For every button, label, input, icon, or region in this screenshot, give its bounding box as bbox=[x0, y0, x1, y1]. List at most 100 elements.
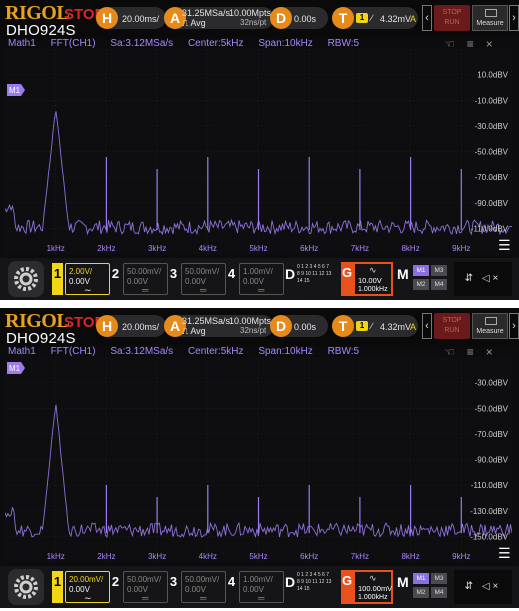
math-m3-button[interactable]: M3 bbox=[431, 265, 447, 276]
digital-label[interactable]: D bbox=[285, 266, 295, 282]
channel-3-block[interactable]: 3 50.00mV/0.00V ═ bbox=[168, 571, 226, 603]
nav-left-icon[interactable]: ‹ bbox=[422, 313, 432, 339]
channel-1-block[interactable]: 1 20.00mV/0.00V ∼ bbox=[52, 571, 110, 603]
y-axis-label: -30.0dBV bbox=[475, 122, 509, 131]
math-m4-button[interactable]: M4 bbox=[431, 279, 447, 290]
corner-menu-icon[interactable]: ☰ bbox=[498, 546, 511, 562]
y-axis-label: -30.0dBV bbox=[475, 379, 509, 388]
run-label: RUN bbox=[444, 19, 460, 26]
channel-scale: 50.00mV/ bbox=[127, 575, 162, 584]
channel-4-block[interactable]: 4 1.00mV/0.00V ═ bbox=[226, 263, 284, 295]
math-m1-button[interactable]: M1 bbox=[413, 573, 429, 584]
delay-icon[interactable]: D bbox=[270, 315, 292, 337]
horizontal-icon[interactable]: H bbox=[96, 315, 118, 337]
ruler-icon bbox=[485, 9, 497, 17]
stop-run-button[interactable]: STOP RUN bbox=[434, 5, 470, 31]
fft-plot-area[interactable]: M1 -30.0dBV -50.0dBV -70.0dBV -90.0dBV -110.0… bbox=[5, 357, 512, 562]
channel-number: 4 bbox=[227, 574, 236, 589]
x-axis-label: 5kHz bbox=[249, 552, 267, 561]
math-m1-button[interactable]: M1 bbox=[413, 265, 429, 276]
fft-center: Center:5kHz bbox=[187, 38, 244, 49]
trigger-icon[interactable]: T bbox=[332, 7, 354, 29]
x-axis-label: 4kHz bbox=[199, 244, 217, 253]
x-axis-label: 3kHz bbox=[148, 244, 166, 253]
home-gear-icon[interactable] bbox=[8, 569, 44, 605]
digital-label[interactable]: D bbox=[285, 574, 295, 590]
sine-wave-icon: ∿ bbox=[369, 265, 377, 275]
y-axis-label: -110.0dBV bbox=[471, 481, 509, 490]
measure-button[interactable]: Measure bbox=[472, 313, 508, 339]
fft-spectrum-svg[interactable]: M1 -30.0dBV -50.0dBV -70.0dBV -90.0dBV -110.0… bbox=[5, 357, 512, 562]
math-m3-button[interactable]: M3 bbox=[431, 573, 447, 584]
channel-settings: 50.00mV/0.00V ═ bbox=[123, 263, 168, 295]
sample-rate: 31.25MSa/s bbox=[182, 316, 231, 326]
channel-2-block[interactable]: 2 50.00mV/0.00V ═ bbox=[110, 263, 168, 295]
delay-icon[interactable]: D bbox=[270, 7, 292, 29]
x-axis-label: 4kHz bbox=[199, 552, 217, 561]
model-name: DHO924S bbox=[6, 330, 76, 347]
math-m4-button[interactable]: M4 bbox=[431, 587, 447, 598]
top-status-bar: RIGOL STOP DHO924S H 20.00ms/ A 31.25MSa… bbox=[0, 0, 519, 39]
corner-menu-icon[interactable]: ☰ bbox=[498, 238, 511, 254]
trigger-mode: A bbox=[410, 322, 417, 332]
math-menu-label[interactable]: M bbox=[397, 266, 409, 282]
home-gear-icon[interactable] bbox=[8, 261, 44, 297]
scope-screen-bottom: RIGOL STOP DHO924S H 20.00ms/ A 31.25MSa… bbox=[0, 308, 519, 608]
y-axis-label: -70.0dBV bbox=[475, 430, 509, 439]
x-axis-label: 9kHz bbox=[452, 552, 470, 561]
fft-info-line[interactable]: Math1 FFT(CH1) Sa:3.12MSa/s Center:5kHz … bbox=[8, 346, 371, 357]
horizontal-icon[interactable]: H bbox=[96, 7, 118, 29]
coupling-icon: ═ bbox=[258, 593, 265, 603]
points-time: 32ns/pt bbox=[240, 326, 267, 335]
y-axis-label: -150.0dBV bbox=[470, 532, 508, 541]
digital-channel-grid[interactable]: 0 1 2 3 4 5 6 7 8 9 10 11 12 13 14 15 bbox=[297, 572, 333, 593]
coupling-icon: ∼ bbox=[84, 593, 92, 603]
generator-amplitude: 10.00V bbox=[358, 276, 382, 285]
fft-sample-rate: Sa:3.12MSa/s bbox=[110, 38, 174, 49]
y-axis-label: -110.0dBV bbox=[471, 224, 509, 233]
digital-channel-grid[interactable]: 0 1 2 3 4 5 6 7 8 9 10 11 12 13 14 15 bbox=[297, 264, 333, 285]
fft-plot-area[interactable]: M1 10.0dBV -10.0dBV -30.0dBV -50.0dBV -70.0dB… bbox=[5, 49, 512, 254]
channel-number: 3 bbox=[169, 266, 178, 281]
nav-left-icon[interactable]: ‹ bbox=[422, 5, 432, 31]
x-axis-label: 3kHz bbox=[148, 552, 166, 561]
acquire-mode-text: Avg bbox=[190, 326, 206, 336]
ruler-icon bbox=[485, 317, 497, 325]
channel-scale: 20.00mV/ bbox=[69, 575, 104, 584]
measure-button[interactable]: Measure bbox=[472, 5, 508, 31]
nav-right-icon[interactable]: › bbox=[509, 5, 519, 31]
channel-3-block[interactable]: 3 50.00mV/0.00V ═ bbox=[168, 263, 226, 295]
status-icons[interactable]: ⇵ ◁× bbox=[454, 570, 512, 604]
channel-4-block[interactable]: 4 1.00mV/0.00V ═ bbox=[226, 571, 284, 603]
channel-1-block[interactable]: 1 2.00V/0.00V ∼ bbox=[52, 263, 110, 295]
fft-info-line[interactable]: Math1 FFT(CH1) Sa:3.12MSa/s Center:5kHz … bbox=[8, 38, 371, 49]
marker-label: M1 bbox=[9, 86, 21, 95]
fft-source: FFT(CH1) bbox=[50, 346, 96, 357]
measure-label: Measure bbox=[476, 20, 504, 27]
acquire-mode: ⎍ Avg bbox=[182, 326, 206, 336]
generator-box: ∿ 100.00mV 1.000kHz bbox=[353, 570, 393, 604]
nav-right-icon[interactable]: › bbox=[509, 313, 519, 339]
x-axis-label: 9kHz bbox=[452, 244, 470, 253]
math-menu-label[interactable]: M bbox=[397, 574, 409, 590]
y-axis-label: -90.0dBV bbox=[475, 456, 509, 465]
trigger-edge-icon: ∕ bbox=[371, 13, 373, 23]
y-axis-label: -130.0dBV bbox=[470, 507, 508, 516]
y-axis-label: -90.0dBV bbox=[475, 199, 509, 208]
channel-settings: 50.00mV/0.00V ═ bbox=[181, 571, 226, 603]
x-axis-label: 2kHz bbox=[97, 244, 115, 253]
trigger-icon[interactable]: T bbox=[332, 315, 354, 337]
generator-block[interactable]: G ∿ 10.00V 1.000kHz bbox=[341, 262, 393, 296]
status-icons[interactable]: ⇵ ◁× bbox=[454, 262, 512, 296]
points-time: 32ns/pt bbox=[240, 18, 267, 27]
math-m2-button[interactable]: M2 bbox=[413, 587, 429, 598]
math-m2-button[interactable]: M2 bbox=[413, 279, 429, 290]
math-label: Math1 bbox=[8, 346, 36, 357]
stop-run-button[interactable]: STOP RUN bbox=[434, 313, 470, 339]
channel-settings: 1.00mV/0.00V ═ bbox=[239, 571, 284, 603]
channel-number: 2 bbox=[111, 266, 120, 281]
fft-spectrum-svg[interactable]: M1 10.0dBV -10.0dBV -30.0dBV -50.0dBV -70.0dB… bbox=[5, 49, 512, 254]
channel-2-block[interactable]: 2 50.00mV/0.00V ═ bbox=[110, 571, 168, 603]
y-axis-label: 10.0dBV bbox=[477, 71, 508, 80]
generator-block[interactable]: G ∿ 100.00mV 1.000kHz bbox=[341, 570, 393, 604]
